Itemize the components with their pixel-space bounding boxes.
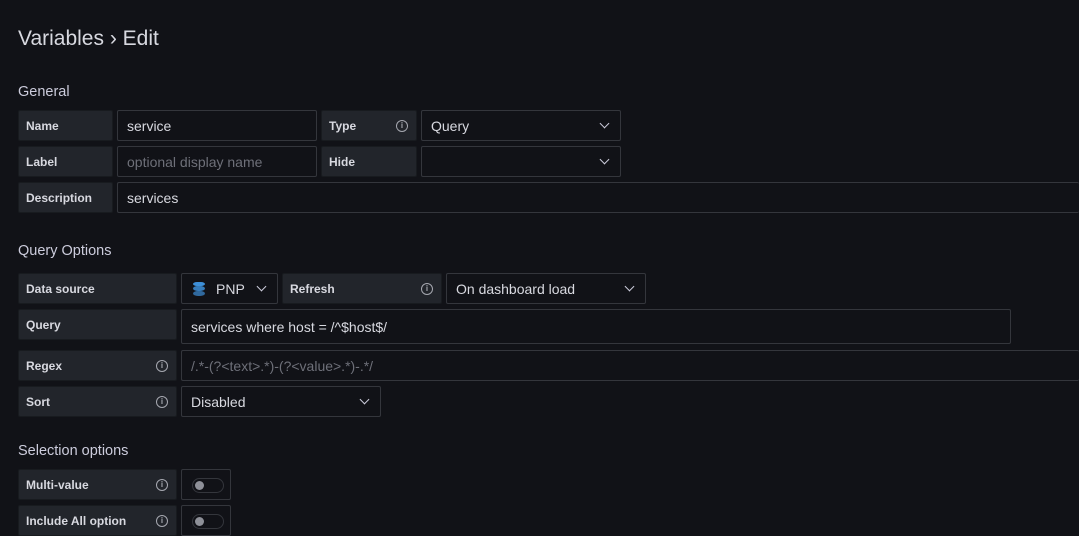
name-input[interactable]: service <box>117 110 317 141</box>
sort-select[interactable]: Disabled <box>181 386 381 417</box>
section-query-options-heading: Query Options <box>18 243 112 259</box>
regex-input[interactable]: /.*-(?<text>.*)-(?<value>.*)-.*/ <box>181 350 1079 381</box>
chevron-down-icon <box>599 118 610 129</box>
multi-value-toggle-box <box>181 469 231 500</box>
regex-label: Regex i <box>18 350 177 381</box>
chevron-down-icon <box>256 281 267 292</box>
section-selection-options-heading: Selection options <box>18 443 129 459</box>
include-all-toggle-box <box>181 505 231 536</box>
info-icon[interactable]: i <box>396 119 408 132</box>
description-label: Description <box>18 182 113 213</box>
sort-label: Sort i <box>18 386 177 417</box>
info-icon[interactable]: i <box>156 395 168 408</box>
section-general-heading: General <box>18 84 70 100</box>
chevron-down-icon <box>624 281 635 292</box>
database-icon <box>193 281 205 296</box>
info-icon[interactable]: i <box>156 478 168 491</box>
refresh-select[interactable]: On dashboard load <box>446 273 646 304</box>
type-label: Type i <box>321 110 417 141</box>
refresh-label: Refresh i <box>282 273 442 304</box>
chevron-down-icon <box>599 154 610 165</box>
label-label: Label <box>18 146 113 177</box>
query-label: Query <box>18 309 177 340</box>
hide-select[interactable] <box>421 146 621 177</box>
description-input[interactable]: services <box>117 182 1079 213</box>
page-title: Variables › Edit <box>18 27 159 50</box>
chevron-down-icon <box>359 394 370 405</box>
query-textarea[interactable]: services where host = /^$host$/ <box>181 309 1011 344</box>
datasource-label: Data source <box>18 273 177 304</box>
type-select[interactable]: Query <box>421 110 621 141</box>
multi-value-label: Multi-value i <box>18 469 177 500</box>
info-icon[interactable]: i <box>421 282 433 295</box>
include-all-switch[interactable] <box>192 514 224 529</box>
name-label: Name <box>18 110 113 141</box>
switch-knob <box>195 481 204 490</box>
label-input[interactable]: optional display name <box>117 146 317 177</box>
multi-value-switch[interactable] <box>192 478 224 493</box>
hide-label: Hide <box>321 146 417 177</box>
switch-knob <box>195 517 204 526</box>
info-icon[interactable]: i <box>156 359 168 372</box>
info-icon[interactable]: i <box>156 514 168 527</box>
include-all-label: Include All option i <box>18 505 177 536</box>
datasource-select[interactable]: PNP <box>181 273 278 304</box>
